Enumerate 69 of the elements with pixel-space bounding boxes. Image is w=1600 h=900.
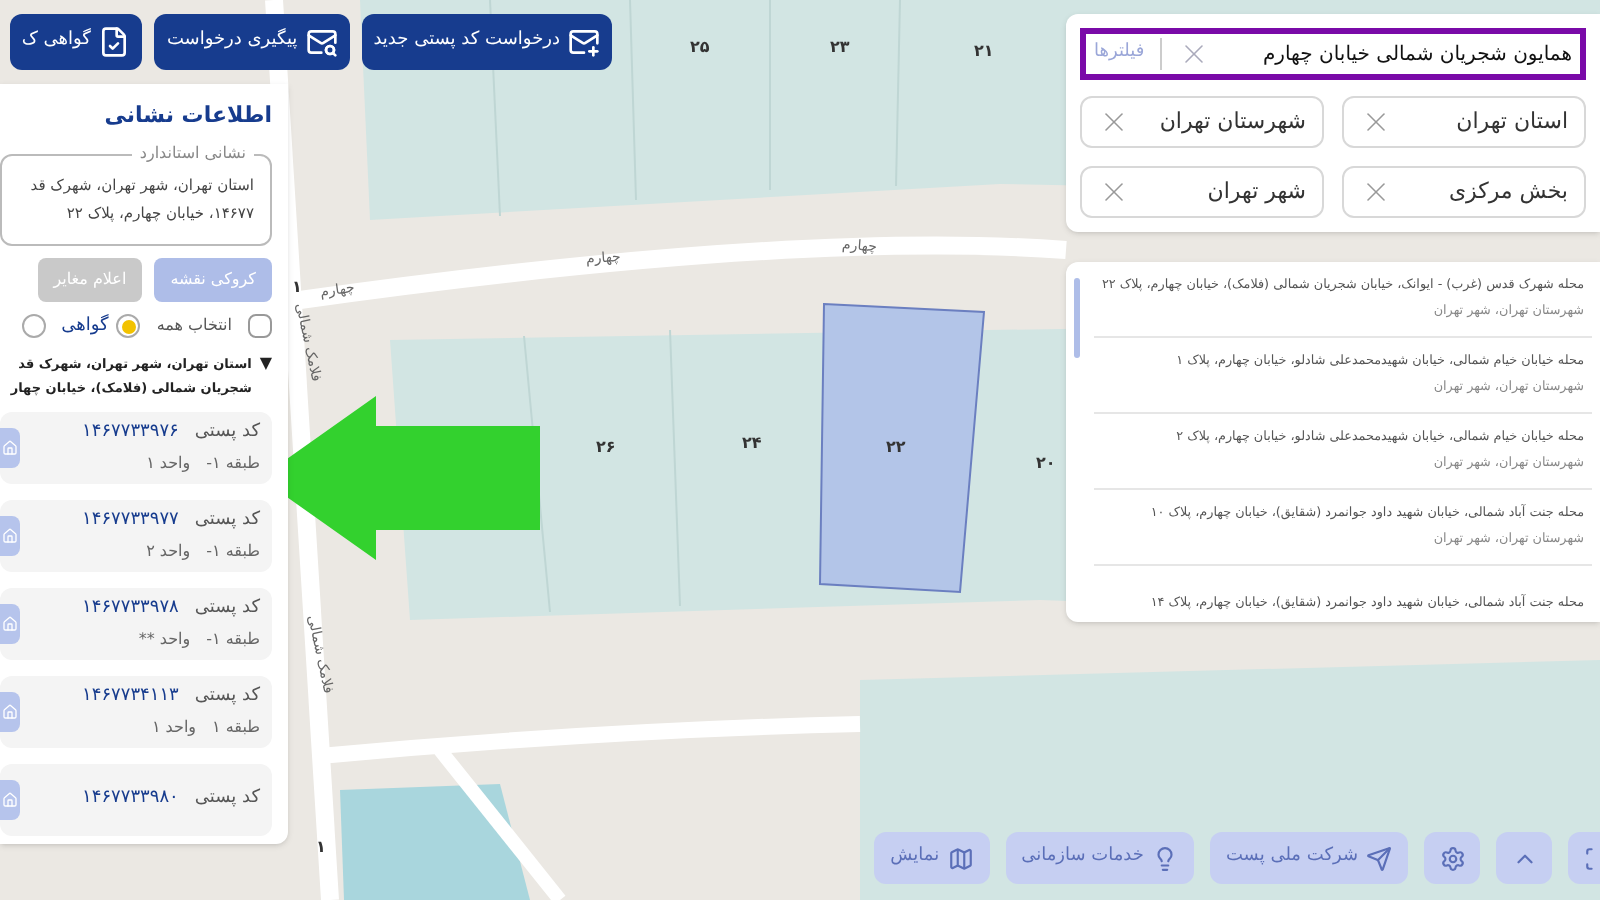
top-action-button[interactable]: پیگیری درخواست	[154, 14, 350, 70]
map-icon	[947, 845, 974, 871]
postcode-label: کد پستی	[194, 419, 260, 446]
plot-number: ۲۴	[742, 432, 762, 456]
floor-text: طبقه ۱-	[206, 452, 260, 477]
plot-number: ۲۶	[596, 436, 616, 460]
checkbox-label: انتخاب همه	[156, 314, 232, 339]
postcode-value: ۱۴۶۷۷۳۳۹۸۰	[82, 786, 179, 813]
home-icon	[2, 616, 18, 632]
plot-number: ۲۳	[830, 36, 850, 60]
search-field[interactable]: همایون شجریان شمالی خیابان چهارم فیلترها	[1080, 28, 1586, 80]
postcode-card[interactable]: کد پستی ۱۴۶۷۷۳۳۹۸۰	[0, 764, 272, 836]
field-legend: نشانی استاندارد	[131, 141, 254, 165]
plot-number: ۲۲	[886, 436, 906, 460]
plot-number: ۱	[316, 836, 326, 860]
unit-text: واحد ۱	[151, 716, 197, 741]
filter-chip[interactable]: شهرستان تهران	[1080, 96, 1324, 148]
radio-button[interactable]	[21, 314, 46, 339]
chip-label: شهرستان تهران	[1159, 105, 1306, 138]
home-icon	[2, 440, 18, 456]
postcode-value: ۱۴۶۷۷۳۳۹۷۷	[82, 507, 179, 534]
search-value: همایون شجریان شمالی خیابان چهارم	[1260, 41, 1572, 69]
chip-label: بخش مرکزی	[1448, 175, 1568, 208]
plot-number: ۲۰	[1036, 452, 1056, 476]
card-icon-button[interactable]	[0, 780, 20, 820]
postcode-value: ۱۴۶۷۷۳۴۱۱۳	[82, 683, 179, 710]
postcode-label: کد پستی	[194, 507, 260, 534]
chip-label: شهر تهران	[1207, 175, 1306, 208]
postcode-card[interactable]: کد پستی ۱۴۶۷۷۳۴۱۱۳ طبقه ۱ واحد ۱	[0, 676, 272, 748]
card-icon-button[interactable]	[0, 692, 20, 732]
postcode-value: ۱۴۶۷۷۳۳۹۷۶	[82, 419, 179, 446]
home-icon	[2, 792, 18, 808]
plot-number: ۱	[292, 276, 302, 300]
postcode-card[interactable]: کد پستی ۱۴۶۷۷۳۳۹۷۷ طبقه ۱- واحد ۲	[0, 500, 272, 572]
toolbar-icon-button[interactable]	[1424, 832, 1480, 884]
unit-text: واحد ۲	[146, 540, 191, 565]
checkbox[interactable]	[248, 314, 272, 339]
expand-toggle[interactable]: ▼	[259, 352, 272, 376]
radio-label: گواهی	[61, 313, 109, 339]
unit-text: واحد **	[138, 628, 191, 653]
filter-chip[interactable]: شهر تهران	[1080, 166, 1324, 218]
home-icon	[2, 704, 18, 720]
postcode-value: ۱۴۶۷۷۳۳۹۷۸	[82, 595, 179, 622]
lightbulb-icon	[1151, 845, 1178, 871]
postcode-label: کد پستی	[194, 683, 260, 710]
radio-button[interactable]	[116, 314, 141, 339]
top-action-button[interactable]: درخواست کد پستی جدید	[361, 14, 612, 70]
paper-plane-icon	[1366, 845, 1392, 871]
panel-title: اطلاعات نشانی	[102, 100, 272, 132]
unit-text: واحد ۱	[146, 452, 191, 477]
plot-number: ۲۵	[690, 36, 710, 60]
chip-label: استان تهران	[1456, 105, 1568, 138]
top-action-button[interactable]: گواهی ک	[9, 14, 143, 70]
filter-chip[interactable]: بخش مرکزی	[1342, 166, 1586, 218]
filter-chip[interactable]: استان تهران	[1342, 96, 1586, 148]
scrollbar-thumb	[1074, 278, 1080, 358]
settings-icon	[1439, 845, 1465, 871]
home-icon	[2, 528, 18, 544]
floor-text: طبقه ۱-	[206, 628, 260, 653]
card-icon-button[interactable]	[0, 604, 20, 644]
plot-number: ۲۱	[974, 40, 994, 64]
postcode-label: کد پستی	[194, 595, 260, 622]
card-icon-button[interactable]	[0, 516, 20, 556]
postcode-label: کد پستی	[194, 786, 260, 813]
floor-text: طبقه ۱-	[206, 540, 260, 565]
postcode-card[interactable]: کد پستی ۱۴۶۷۷۳۳۹۷۸ طبقه ۱- واحد **	[0, 588, 272, 660]
floor-text: طبقه ۱	[212, 716, 260, 741]
postcode-card[interactable]: کد پستی ۱۴۶۷۷۳۳۹۷۶ طبقه ۱- واحد ۱	[0, 412, 272, 484]
card-icon-button[interactable]	[0, 428, 20, 468]
